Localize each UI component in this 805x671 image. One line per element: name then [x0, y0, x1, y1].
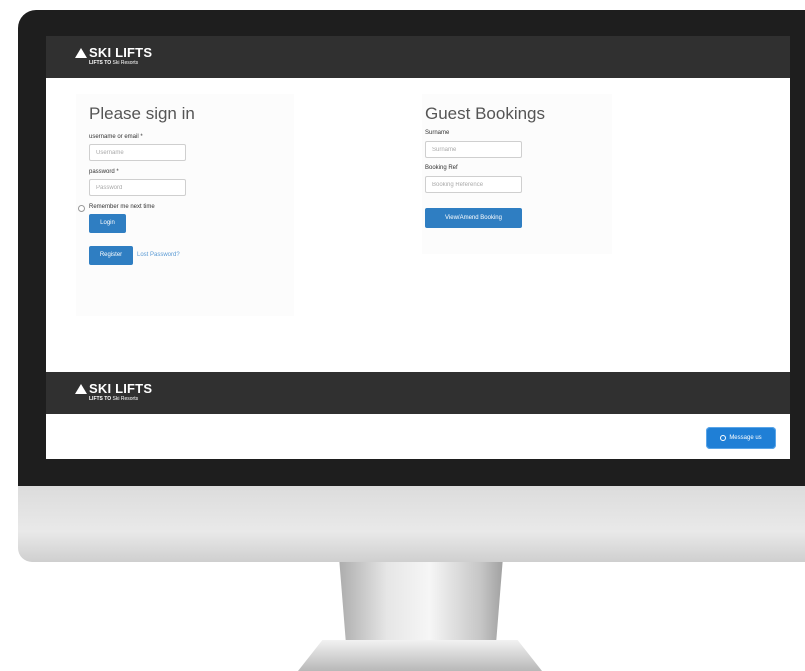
- register-button[interactable]: Register: [89, 246, 133, 265]
- remember-me-label: Remember me next time: [89, 204, 155, 210]
- brand-name: SKI LIFTS: [89, 45, 153, 60]
- password-label: password *: [89, 169, 119, 175]
- bottom-strip: Message us: [46, 414, 790, 459]
- view-amend-booking-button[interactable]: View/Amend Booking: [425, 208, 522, 228]
- mountain-icon: [75, 48, 87, 58]
- username-label: username or email *: [89, 134, 143, 140]
- booking-ref-input[interactable]: [425, 176, 522, 193]
- footer-bar: SKI LIFTS LIFTS TO Ski Resorts: [46, 372, 790, 414]
- footer-brand-tagline: LIFTS TO Ski Resorts: [89, 396, 139, 402]
- username-input[interactable]: [89, 144, 186, 161]
- brand-tagline: LIFTS TO Ski Resorts: [89, 60, 139, 66]
- surname-label: Surname: [425, 130, 450, 136]
- password-input[interactable]: [89, 179, 186, 196]
- surname-input[interactable]: [425, 141, 522, 158]
- login-button[interactable]: Login: [89, 214, 126, 233]
- guest-bookings-panel: Guest Bookings Surname Booking Ref View/…: [422, 94, 612, 254]
- remember-me-checkbox[interactable]: [78, 205, 85, 212]
- monitor-stand-base: [298, 640, 542, 671]
- chat-icon: [720, 435, 727, 441]
- footer-brand-name: SKI LIFTS: [89, 381, 153, 396]
- screen: SKI LIFTS LIFTS TO Ski Resorts Please si…: [46, 36, 790, 459]
- lost-password-link[interactable]: Lost Password?: [137, 252, 180, 258]
- signin-heading: Please sign in: [89, 104, 195, 123]
- monitor-chin: [18, 486, 805, 562]
- guest-bookings-heading: Guest Bookings: [425, 104, 546, 123]
- signin-panel: Please sign in username or email * passw…: [76, 94, 294, 316]
- header-logo[interactable]: SKI LIFTS LIFTS TO Ski Resorts: [75, 46, 152, 66]
- mountain-icon: [75, 384, 87, 394]
- booking-ref-label: Booking Ref: [425, 165, 458, 171]
- main-content: Please sign in username or email * passw…: [46, 78, 790, 372]
- header-bar: SKI LIFTS LIFTS TO Ski Resorts: [46, 36, 790, 78]
- message-us-button[interactable]: Message us: [706, 427, 776, 449]
- footer-logo[interactable]: SKI LIFTS LIFTS TO Ski Resorts: [75, 382, 152, 402]
- message-us-label: Message us: [729, 435, 762, 441]
